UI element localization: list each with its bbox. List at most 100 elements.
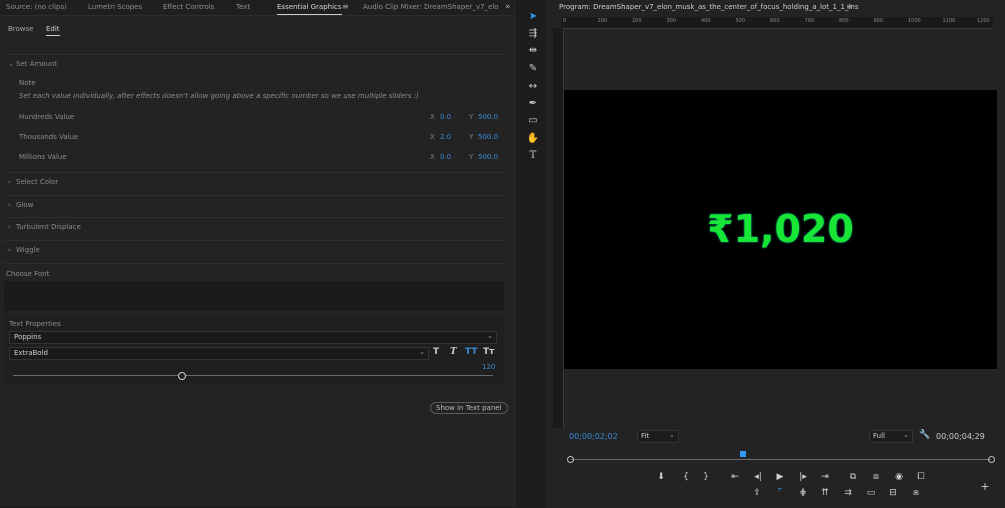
- panel-menu-icon[interactable]: ≡: [342, 2, 349, 11]
- ruler-vertical: [553, 28, 564, 428]
- ruler-tick-label: 500: [735, 18, 746, 24]
- insert-icon[interactable]: ⧉: [847, 472, 859, 482]
- playhead[interactable]: [740, 451, 747, 457]
- section-set-amount[interactable]: ⌄ Set Amount: [8, 60, 57, 68]
- faux-bold-icon[interactable]: T: [433, 347, 439, 357]
- chevron-right-icon: ›: [8, 178, 11, 186]
- tab-text[interactable]: Text: [236, 3, 250, 11]
- multi-camera-icon[interactable]: ⊟: [887, 488, 899, 498]
- video-frame[interactable]: ₹1,020: [564, 90, 997, 369]
- all-caps-icon[interactable]: TT: [465, 347, 478, 357]
- section-turbulent-displace[interactable]: › Turbulent Displace: [8, 223, 81, 231]
- selection-tool-icon[interactable]: ➤: [526, 11, 540, 23]
- add-marker-icon[interactable]: ⬇: [655, 472, 667, 482]
- step-forward-icon[interactable]: |▸: [797, 472, 809, 482]
- tab-effect-controls[interactable]: Effect Controls: [163, 3, 214, 11]
- camera-icon[interactable]: ◉: [893, 472, 905, 482]
- small-caps-icon[interactable]: Tт: [483, 347, 494, 357]
- playback-resolution-dropdown[interactable]: Full ⌄: [869, 430, 913, 443]
- font-size-slider-handle[interactable]: [178, 372, 186, 380]
- go-to-in-icon[interactable]: ⇤: [729, 472, 741, 482]
- panel-menu-icon[interactable]: ≡: [846, 2, 853, 11]
- tab-lumetri-scopes[interactable]: Lumetri Scopes: [88, 3, 142, 11]
- scrubber-track: [571, 459, 991, 460]
- thousands-value-label: Thousands Value: [19, 133, 79, 141]
- mark-out-icon[interactable]: }: [700, 472, 712, 482]
- ripple-edit-tool-icon[interactable]: ⇹: [526, 45, 540, 57]
- play-icon[interactable]: ▶: [774, 472, 786, 482]
- choose-font-box[interactable]: [4, 281, 504, 311]
- section-select-color[interactable]: › Select Color: [8, 178, 58, 186]
- program-title[interactable]: Program: DreamShaper_v7_elon_musk_as_the…: [559, 3, 858, 11]
- toggle-proxies-icon[interactable]: ⋕: [797, 488, 809, 498]
- pen-tool-icon[interactable]: ✒: [526, 98, 540, 110]
- thousands-y-value[interactable]: 500.0: [478, 133, 498, 141]
- faux-italic-icon[interactable]: T: [450, 347, 457, 357]
- mark-in-icon[interactable]: {: [680, 472, 692, 482]
- divider: [4, 263, 504, 264]
- tab-essential-graphics[interactable]: Essential Graphics: [277, 3, 342, 15]
- export-frame-icon[interactable]: ⇪: [751, 488, 763, 498]
- safe-margins-icon[interactable]: ⌜: [774, 488, 786, 498]
- in-point-handle[interactable]: [567, 456, 574, 463]
- extract-icon[interactable]: ⇉: [842, 488, 854, 498]
- out-point-handle[interactable]: [988, 456, 995, 463]
- font-family-value: Poppins: [14, 333, 42, 341]
- ruler-tick-label: 300: [666, 18, 677, 24]
- ruler-tick-label: 200: [632, 18, 642, 24]
- hand-tool-icon[interactable]: ✋: [526, 133, 540, 145]
- ruler-tick-label: 600: [770, 18, 780, 24]
- font-size-value[interactable]: 120: [482, 363, 495, 371]
- type-tool-icon[interactable]: T: [526, 150, 540, 162]
- font-family-dropdown[interactable]: Poppins ⌄: [9, 331, 497, 344]
- millions-x-value[interactable]: 0.0: [440, 153, 451, 161]
- ruler-tick-label: 100: [597, 18, 608, 24]
- step-back-icon[interactable]: ◂|: [752, 472, 764, 482]
- track-select-tool-icon[interactable]: ⇶: [526, 28, 540, 40]
- tab-audio-clip-mixer[interactable]: Audio Clip Mixer: DreamShaper_v7_elo: [363, 3, 499, 11]
- zoom-fit-dropdown[interactable]: Fit ⌄: [637, 430, 679, 443]
- duration-timecode: 00;00;04;29: [936, 432, 985, 441]
- ruler-tick-label: 800: [839, 18, 849, 24]
- razor-tool-icon[interactable]: ✎: [526, 63, 540, 75]
- show-in-text-panel-button[interactable]: Show in Text panel: [430, 402, 508, 414]
- compare-view-icon[interactable]: ⧠: [915, 472, 927, 482]
- thousands-x-value[interactable]: 2.0: [440, 133, 451, 141]
- current-timecode[interactable]: 00;00;02;02: [569, 432, 618, 441]
- font-style-dropdown[interactable]: ExtraBold ⌄: [9, 347, 429, 360]
- hundreds-y-value[interactable]: 500.0: [478, 113, 498, 121]
- hundreds-y-label: Y: [469, 113, 474, 121]
- hundreds-x-value[interactable]: 0.0: [440, 113, 451, 121]
- section-wiggle[interactable]: › Wiggle: [8, 246, 40, 254]
- font-size-slider-track[interactable]: [13, 375, 493, 376]
- go-to-out-icon[interactable]: ⇥: [819, 472, 831, 482]
- panel-tab-bar: Source: (no clips) Lumetri Scopes Effect…: [0, 0, 514, 16]
- add-button-icon[interactable]: +: [979, 480, 991, 493]
- chevron-right-icon: ›: [8, 223, 11, 231]
- rectangle-tool-icon[interactable]: ▭: [526, 115, 540, 127]
- divider: [4, 54, 504, 55]
- chevron-down-icon: ⌄: [487, 332, 493, 340]
- chevron-down-icon: ⌄: [903, 431, 909, 439]
- divider: [4, 217, 504, 218]
- comparison-icon[interactable]: ⧆: [910, 488, 922, 498]
- choose-font-label: Choose Font: [6, 270, 50, 278]
- subtab-edit[interactable]: Edit: [46, 25, 60, 36]
- divider: [4, 195, 504, 196]
- thousands-x-label: X: [430, 133, 435, 141]
- subtab-browse[interactable]: Browse: [8, 25, 34, 33]
- vr-video-icon[interactable]: ▭: [865, 488, 877, 498]
- tab-source[interactable]: Source: (no clips): [6, 3, 67, 11]
- overwrite-icon[interactable]: ⧈: [870, 472, 882, 482]
- slip-tool-icon[interactable]: ↔: [526, 81, 540, 93]
- chevron-right-icon: ›: [8, 246, 11, 254]
- hundreds-x-label: X: [430, 113, 435, 121]
- ruler-tick-label: 400: [701, 18, 711, 24]
- overflow-icon[interactable]: »: [505, 2, 511, 12]
- playback-scrubber[interactable]: [567, 451, 995, 465]
- wrench-icon[interactable]: 🔧: [919, 430, 930, 440]
- lift-icon[interactable]: ⇈: [819, 488, 831, 498]
- section-glow[interactable]: › Glow: [8, 201, 33, 209]
- millions-y-value[interactable]: 500.0: [478, 153, 498, 161]
- section-title: Select Color: [16, 178, 59, 186]
